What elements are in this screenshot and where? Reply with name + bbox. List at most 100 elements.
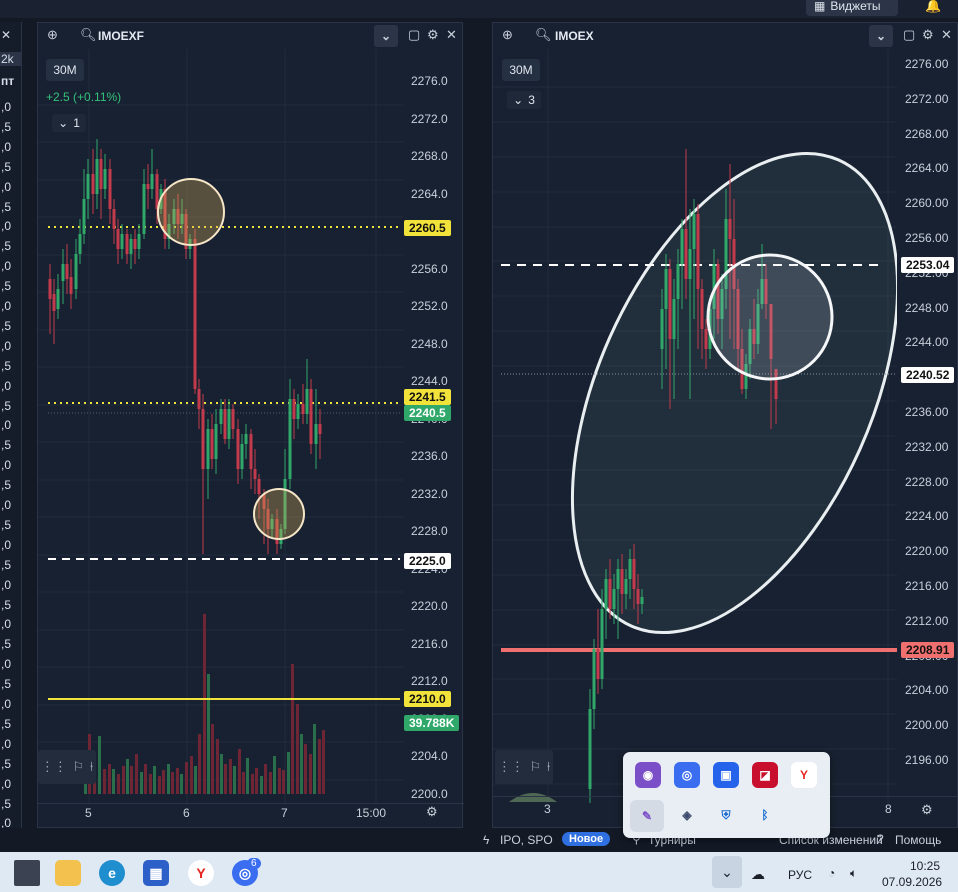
volume-icon[interactable]: 🔈︎ [850,866,857,881]
chart-settings-icon[interactable]: ⚙ [921,802,933,818]
price-label-level: 2210.0 [404,691,451,707]
price-axis-tick: 2204.0 [411,749,448,763]
candlestick-chart[interactable] [38,49,403,803]
chevron-down-icon[interactable]: ⌄ [869,25,893,47]
widgets-button[interactable]: ▦ Виджеты [806,0,898,16]
volume-bar [287,752,290,794]
settings-gear-icon[interactable]: ⚙ [922,27,934,43]
candle-body [596,649,600,679]
volume-bar [309,754,312,794]
volume-bar [140,772,143,794]
clock-date[interactable]: 07.09.2026 [882,875,942,889]
tray-app-icon[interactable]: ◉ [635,762,661,788]
candle-body [628,559,632,579]
indicators-toggle[interactable]: ⌄ 3 [507,91,541,109]
timeframe-button[interactable]: 30M [502,59,540,81]
bluetooth-icon[interactable]: ᛒ [752,802,778,828]
ipo-link[interactable]: IPO, SPO [500,833,553,847]
volume-bar [149,774,152,794]
ticker-name[interactable]: IMOEX [555,29,594,43]
flag-icon[interactable]: ⚐ [73,759,85,775]
orderbook-price: ,0 [1,378,12,393]
maximize-icon[interactable]: ▢ [408,27,420,43]
chart-settings-icon[interactable]: ⚙ [426,804,438,820]
pen-tray-icon[interactable]: ✎ [630,800,664,832]
volume-bar [98,736,101,794]
tray-overflow-chevron-icon[interactable]: ⌄ [712,856,742,888]
onedrive-cloud-icon[interactable]: ☁ [751,866,765,883]
price-axis-tick: 2256.0 [411,261,448,276]
candle-body [214,424,218,459]
task-view-icon[interactable] [14,860,40,886]
clock-time[interactable]: 10:25 [910,859,940,873]
candle-body [632,559,636,589]
language-indicator[interactable]: РУС [788,868,812,882]
notification-badge: 6 [247,858,261,869]
candle-body [201,409,205,469]
tray-app-icon[interactable]: ▣ [713,762,739,788]
ticker-name[interactable]: IMOEXF [98,29,144,43]
help-link[interactable]: Помощь [895,833,941,847]
tab-orderbook[interactable]: 2k [0,52,21,66]
security-shield-icon[interactable]: ⛨ [713,802,739,828]
wifi-icon[interactable]: ◔ [828,866,835,880]
volume-bar [153,766,156,794]
drawing-tools[interactable]: ⋮⋮ ⚐ ⍿ [495,750,553,784]
add-icon[interactable]: ⊕ [502,27,513,43]
file-explorer-icon[interactable] [55,860,81,886]
timeframe-button[interactable]: 30M [46,59,84,81]
tray-app-icon[interactable]: ◎ [674,762,700,788]
candle-body [253,469,257,479]
settings-gear-icon[interactable]: ⚙ [427,27,439,43]
store-icon[interactable]: ▦ [143,860,169,886]
new-badge: Новое [562,832,611,846]
candle-body [112,209,116,229]
help-icon[interactable]: ? [877,832,884,846]
orderbook-price: ,5 [1,318,12,333]
drag-handle-icon[interactable]: ⋮⋮ [41,759,67,775]
maximize-icon[interactable]: ▢ [903,27,915,43]
tray-app-icon[interactable]: ◈ [674,802,700,828]
candle-body [640,597,644,604]
close-icon[interactable]: ✕ [941,27,952,43]
orderbook-price: ,5 [1,637,12,652]
candle-body [664,269,668,309]
price-axis-tick: 2244.0 [411,374,448,388]
candle-body [704,329,708,349]
search-icon[interactable]: 🔍︎ [80,27,97,43]
volume-bar [269,772,272,794]
candle-body [223,409,227,439]
orderbook-price: ,0 [1,418,12,433]
pin-icon[interactable]: ⍿ [547,759,550,775]
drag-handle-icon[interactable]: ⋮⋮ [498,759,524,775]
notifications-bell-icon[interactable]: 🔔 [925,0,941,14]
volume-bar [278,768,281,794]
chevron-down-icon[interactable]: ⌄ [374,25,398,47]
price-axis-tick: 2196.00 [905,753,949,767]
flag-icon[interactable]: ⚐ [530,759,542,775]
pin-icon[interactable]: ⍿ [90,759,93,775]
edge-browser-icon[interactable]: e [99,860,125,886]
volume-blob [509,793,557,802]
close-icon[interactable]: ✕ [446,27,457,43]
price-axis-tick: 2228.00 [905,474,949,489]
close-icon[interactable]: ✕ [0,28,21,42]
yandex-browser-icon[interactable]: Y [188,860,214,886]
volume-bar [264,764,267,794]
price-axis-tick: 2236.0 [411,449,448,463]
orderbook-price: ,5 [1,557,12,572]
yandex-tray-icon[interactable]: Y [791,762,817,788]
orderbook-price: ,5 [1,756,12,771]
tray-app-icon[interactable]: ◪ [752,762,778,788]
price-axis-tick: 2212.0 [411,674,448,688]
candle-body [108,169,112,209]
candle-body [116,229,120,249]
indicators-toggle[interactable]: ⌄ 1 [52,114,86,132]
candlestick-chart[interactable] [493,49,897,803]
price-axis-tick: 2224.00 [905,509,949,524]
search-icon[interactable]: 🔍︎ [535,27,552,43]
candle-body [95,159,99,194]
drawing-tools[interactable]: ⋮⋮ ⚐ ⍿ [38,750,96,784]
add-icon[interactable]: ⊕ [47,27,58,43]
orderbook-price: ,5 [1,677,12,692]
